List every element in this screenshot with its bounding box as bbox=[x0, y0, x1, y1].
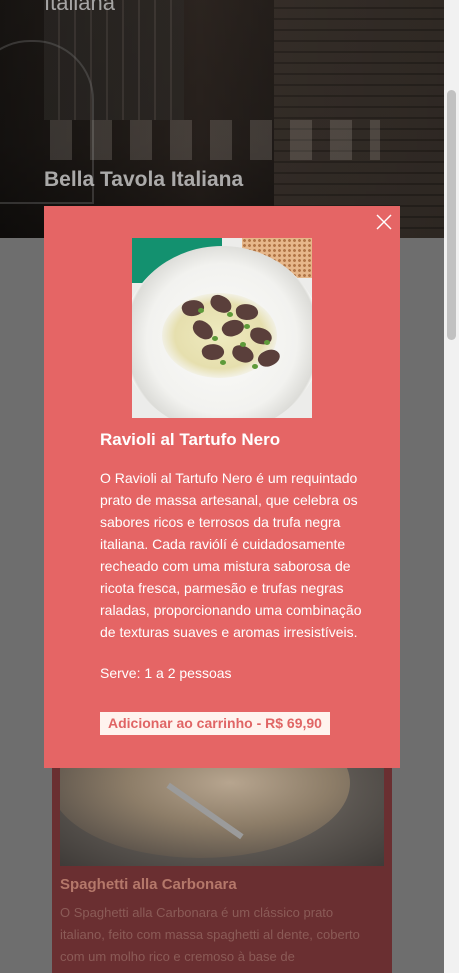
modal-description: O Ravioli al Tartufo Nero é um requintad… bbox=[100, 470, 362, 640]
serving-info: Serve: 1 a 2 pessoas bbox=[100, 665, 232, 681]
product-modal: Ravioli al Tartufo Nero O Ravioli al Tar… bbox=[44, 206, 400, 768]
close-button[interactable] bbox=[374, 212, 394, 232]
menu-card-description: O Spaghetti alla Carbonara é um clássico… bbox=[60, 905, 360, 964]
menu-card-image bbox=[60, 768, 384, 866]
scrollbar-thumb[interactable] bbox=[447, 90, 456, 340]
close-icon[interactable] bbox=[374, 212, 394, 232]
dish-image bbox=[132, 238, 312, 418]
menu-card-title: Spaghetti alla Carbonara bbox=[60, 876, 237, 893]
modal-title: Ravioli al Tartufo Nero bbox=[100, 430, 281, 449]
add-to-cart-button[interactable]: Adicionar ao carrinho - R$ 69,90 bbox=[100, 712, 330, 735]
hero-subtitle: Italiana bbox=[44, 0, 115, 15]
hero-title: Bella Tavola Italiana bbox=[44, 168, 244, 191]
hero-banner: Italiana Bella Tavola Italiana bbox=[0, 0, 444, 238]
scrollbar[interactable] bbox=[444, 0, 459, 973]
